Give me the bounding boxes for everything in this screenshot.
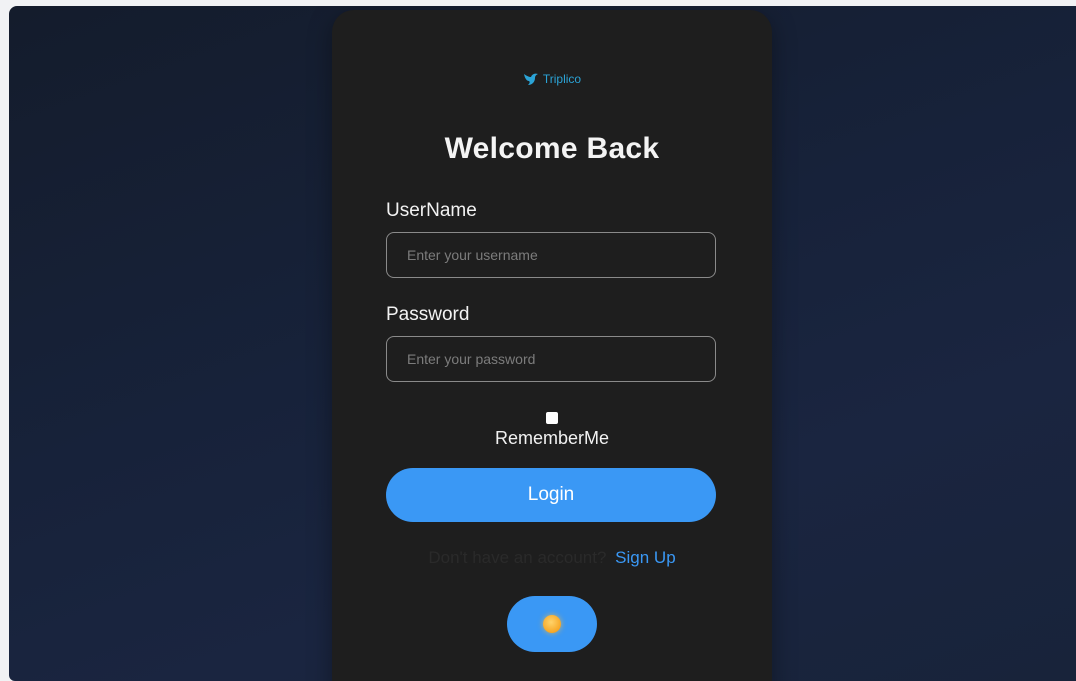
username-input[interactable]	[386, 232, 716, 278]
login-card: Triplico Welcome Back UserName Password …	[332, 10, 772, 681]
login-button[interactable]: Login	[386, 468, 716, 522]
brand-name: Triplico	[542, 72, 582, 86]
sun-icon	[543, 615, 561, 633]
remember-me-group: RememberMe	[332, 412, 772, 449]
bird-icon	[523, 72, 539, 86]
password-label: Password	[386, 304, 470, 325]
page-title: Welcome Back	[444, 132, 660, 165]
signup-prompt: Don't have an account? Sign Up	[332, 548, 772, 568]
remember-me-label[interactable]: RememberMe	[495, 428, 609, 448]
remember-me-checkbox[interactable]	[546, 412, 558, 424]
theme-toggle-button[interactable]	[507, 596, 597, 652]
signup-prompt-text: Don't have an account?	[428, 548, 607, 567]
brand-logo: Triplico	[332, 72, 772, 86]
password-input[interactable]	[386, 336, 716, 382]
signup-link[interactable]: Sign Up	[615, 548, 675, 567]
page-background: Triplico Welcome Back UserName Password …	[9, 6, 1076, 681]
username-label: UserName	[386, 200, 477, 221]
